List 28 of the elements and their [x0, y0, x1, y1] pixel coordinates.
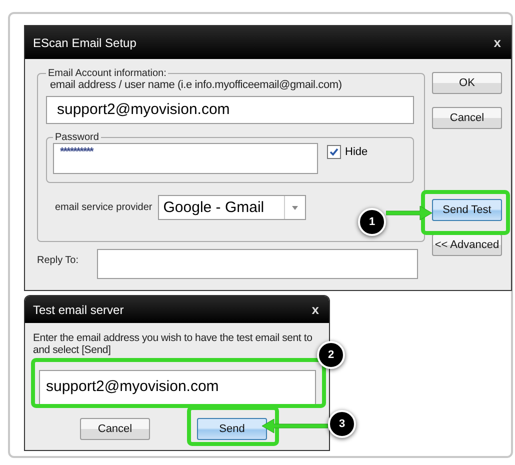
button[interactable]: Send Test	[432, 199, 502, 221]
close-button[interactable]: x	[494, 35, 501, 50]
password-field[interactable]: **********	[53, 143, 318, 174]
window-title: EScan Email Setup	[33, 36, 136, 50]
caret-icon	[292, 206, 298, 210]
close-button[interactable]: x	[312, 302, 319, 317]
step-marker: 3	[328, 410, 356, 438]
field-label: Reply To:	[37, 255, 79, 266]
button[interactable]: Send	[197, 418, 267, 440]
button[interactable]: << Advanced	[432, 234, 502, 256]
reply-to-field[interactable]	[96, 249, 418, 279]
checkbox-label: Hide	[345, 146, 368, 158]
email-field[interactable]: support2@myovision.com	[46, 96, 414, 124]
button[interactable]: Cancel	[80, 418, 150, 440]
button[interactable]: OK	[432, 72, 502, 94]
group-label: Password	[54, 132, 100, 143]
checkbox[interactable]	[327, 145, 341, 159]
field-hint: email address / user name (i.e info.myofficeemail@gmail.com)	[50, 79, 343, 91]
field-label: email service provider	[55, 202, 152, 213]
window-title: Test email server	[33, 302, 124, 316]
arrow	[386, 205, 432, 221]
provider-dropdown[interactable]: Google - Gmail	[158, 195, 306, 220]
button[interactable]: Cancel	[432, 107, 502, 129]
step-marker: 2	[317, 341, 345, 369]
arrow	[262, 418, 328, 434]
instruction-text: Enter the email address you wish to have the test email sent to and select [Send]	[33, 332, 314, 356]
group-label: Email Account information:	[47, 68, 168, 79]
email-field[interactable]: support2@myovision.com	[39, 370, 316, 406]
